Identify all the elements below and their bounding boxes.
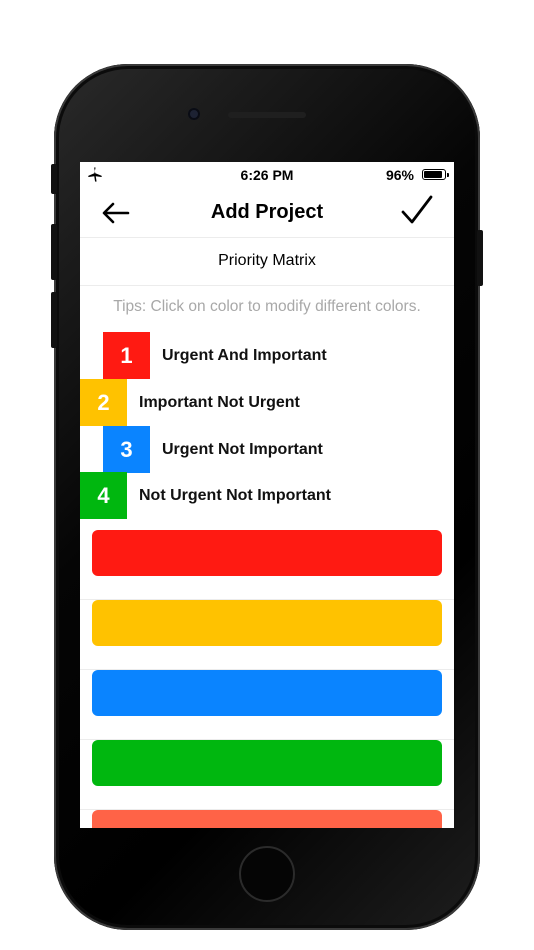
section-title: Priority Matrix (80, 238, 454, 286)
legend-label-1: Urgent And Important (162, 347, 327, 364)
color-option-yellow[interactable] (92, 600, 442, 646)
color-option-tomato[interactable] (92, 810, 442, 828)
volume-down-button (51, 292, 57, 348)
legend-swatch-4[interactable]: 4 (80, 472, 127, 519)
front-camera (188, 108, 200, 120)
app-screen: 6:26 PM 96% Add Project Priority Matrix … (80, 162, 454, 828)
power-button (477, 230, 483, 286)
tips-text: Tips: Click on color to modify different… (113, 298, 421, 315)
navigation-bar: Add Project (80, 188, 454, 238)
color-option-row (80, 810, 454, 828)
color-option-row (80, 600, 454, 670)
legend-swatch-1[interactable]: 1 (103, 332, 150, 379)
color-option-green[interactable] (92, 740, 442, 786)
volume-up-button (51, 224, 57, 280)
legend-label-4: Not Urgent Not Important (139, 487, 331, 504)
silent-switch (51, 164, 57, 194)
battery-percent: 96% (385, 167, 414, 183)
color-option-blue[interactable] (92, 670, 442, 716)
legend-label-2: Important Not Urgent (139, 394, 300, 411)
home-button[interactable] (239, 846, 295, 902)
legend-swatch-3[interactable]: 3 (103, 426, 150, 473)
color-option-row (80, 530, 454, 600)
earpiece-speaker (228, 112, 306, 118)
checkmark-icon[interactable] (400, 194, 434, 228)
battery-icon (422, 169, 449, 180)
status-bar: 6:26 PM 96% (80, 162, 454, 188)
battery-fill (424, 171, 443, 178)
color-option-row (80, 740, 454, 810)
page-title: Add Project (210, 201, 324, 223)
legend-label-3: Urgent Not Important (162, 441, 323, 458)
legend-swatch-2[interactable]: 2 (80, 379, 127, 426)
color-option-red[interactable] (92, 530, 442, 576)
color-option-row (80, 670, 454, 740)
